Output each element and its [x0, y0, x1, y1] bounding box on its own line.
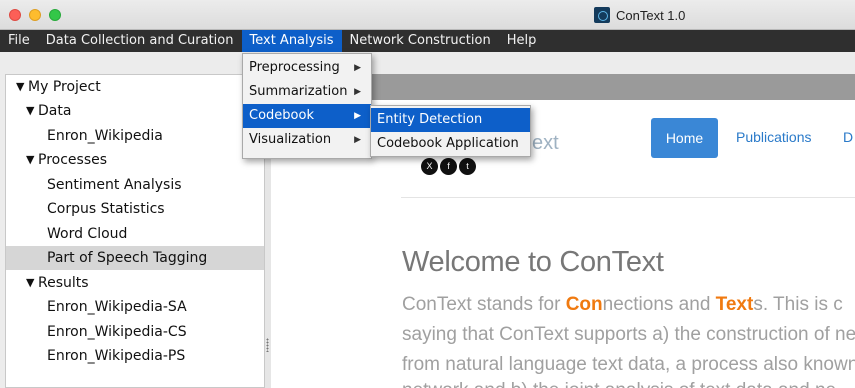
- expanded-triangle-icon[interactable]: ▼: [26, 271, 34, 295]
- menu-item-label: Codebook: [249, 108, 314, 123]
- menu-data-collection[interactable]: Data Collection and Curation: [38, 30, 242, 52]
- menu-network-construction[interactable]: Network Construction: [342, 30, 499, 52]
- intro-line-4: network and b) the joint analysis of tex…: [402, 380, 836, 388]
- tree-node-project[interactable]: ▼ My Project: [6, 75, 264, 99]
- expanded-triangle-icon[interactable]: ▼: [26, 99, 34, 123]
- tree-label: Word Cloud: [47, 226, 128, 242]
- submenu-arrow-icon: ▶: [354, 87, 361, 97]
- tree-label: Part of Speech Tagging: [47, 250, 208, 266]
- site-brand-text[interactable]: ext: [532, 132, 559, 155]
- codebook-submenu: Entity Detection Codebook Application: [370, 105, 531, 157]
- tree-item-word-cloud[interactable]: Word Cloud: [6, 222, 264, 246]
- tree-node-data[interactable]: ▼ Data: [6, 99, 264, 123]
- tree-label: Enron_Wikipedia-PS: [47, 348, 186, 364]
- project-tree: ▼ My Project ▼ Data Enron_Wikipedia ▼ Pr…: [5, 74, 265, 388]
- tree-label: Sentiment Analysis: [47, 177, 182, 193]
- tree-node-processes[interactable]: ▼ Processes: [6, 148, 264, 172]
- tree-item-enron-ps[interactable]: Enron_Wikipedia-PS: [6, 344, 264, 368]
- welcome-heading: Welcome to ConText: [402, 246, 664, 278]
- menu-item-summarization[interactable]: Summarization ▶: [243, 80, 371, 104]
- submenu-arrow-icon: ▶: [354, 135, 361, 145]
- tree-label: Data: [38, 103, 72, 119]
- tree-node-results[interactable]: ▼ Results: [6, 271, 264, 295]
- intro-highlight-text: Text: [715, 294, 754, 315]
- tree-label: Corpus Statistics: [47, 201, 165, 217]
- splitter-grip-icon[interactable]: [266, 338, 269, 352]
- menu-item-label: Preprocessing: [249, 60, 340, 75]
- intro-text: ConText stands for: [402, 294, 566, 315]
- intro-highlight-con: Con: [565, 294, 603, 315]
- tree-item-enron-cs[interactable]: Enron_Wikipedia-CS: [6, 320, 264, 344]
- close-window-button[interactable]: [9, 9, 21, 21]
- intro-line-1: ConText stands for Connections and Texts…: [402, 294, 843, 316]
- context-logo-icon: [594, 7, 610, 23]
- tree-item-pos-tagging[interactable]: Part of Speech Tagging: [6, 246, 264, 270]
- submenu-arrow-icon: ▶: [354, 111, 361, 121]
- menu-help[interactable]: Help: [499, 30, 545, 52]
- menu-item-codebook-application[interactable]: Codebook Application: [371, 132, 530, 156]
- menu-item-preprocessing[interactable]: Preprocessing ▶: [243, 56, 371, 80]
- title-bar: ConText 1.0: [0, 0, 855, 30]
- menu-item-codebook[interactable]: Codebook ▶: [243, 104, 371, 128]
- minimize-window-button[interactable]: [29, 9, 41, 21]
- intro-line-2: saying that ConText supports a) the cons…: [402, 324, 855, 345]
- nav-publications-link[interactable]: Publications: [736, 129, 812, 145]
- tree-label: Results: [38, 275, 89, 291]
- tree-label: My Project: [28, 79, 101, 95]
- menu-item-visualization[interactable]: Visualization ▶: [243, 128, 371, 152]
- window-title: ConText 1.0: [594, 7, 685, 23]
- nav-home-button[interactable]: Home: [651, 118, 718, 158]
- menu-item-entity-detection[interactable]: Entity Detection: [371, 108, 530, 132]
- tree-item-enron-sa[interactable]: Enron_Wikipedia-SA: [6, 295, 264, 319]
- tree-item-sentiment-analysis[interactable]: Sentiment Analysis: [6, 173, 264, 197]
- nav-next-link[interactable]: D: [843, 129, 853, 145]
- menu-bar: File Data Collection and Curation Text A…: [0, 30, 855, 52]
- tree-item-corpus-statistics[interactable]: Corpus Statistics: [6, 197, 264, 221]
- x-social-icon[interactable]: X: [421, 158, 438, 175]
- tree-label: Processes: [38, 152, 108, 168]
- menu-item-label: Visualization: [249, 132, 332, 147]
- intro-text: s. This is c: [753, 294, 843, 315]
- expanded-triangle-icon[interactable]: ▼: [26, 148, 34, 172]
- intro-line-3: from natural language text data, a proce…: [402, 354, 855, 375]
- social-icons: X f t: [421, 158, 476, 175]
- text-analysis-menu: Preprocessing ▶ Summarization ▶ Codebook…: [242, 53, 372, 159]
- tree-label: Enron_Wikipedia-SA: [47, 299, 187, 315]
- window-title-text: ConText 1.0: [616, 7, 686, 23]
- intro-text: nections and: [602, 294, 716, 315]
- facebook-icon[interactable]: f: [440, 158, 457, 175]
- menu-item-label: Summarization: [249, 84, 348, 99]
- expanded-triangle-icon[interactable]: ▼: [16, 75, 24, 99]
- menu-text-analysis[interactable]: Text Analysis: [241, 30, 342, 52]
- twitter-icon[interactable]: t: [459, 158, 476, 175]
- tree-label: Enron_Wikipedia: [47, 128, 163, 144]
- zoom-window-button[interactable]: [49, 9, 61, 21]
- menu-file[interactable]: File: [0, 30, 38, 52]
- tree-item-enron-wikipedia[interactable]: Enron_Wikipedia: [6, 124, 264, 148]
- tree-label: Enron_Wikipedia-CS: [47, 324, 187, 340]
- divider: [401, 197, 855, 198]
- submenu-arrow-icon: ▶: [354, 63, 361, 73]
